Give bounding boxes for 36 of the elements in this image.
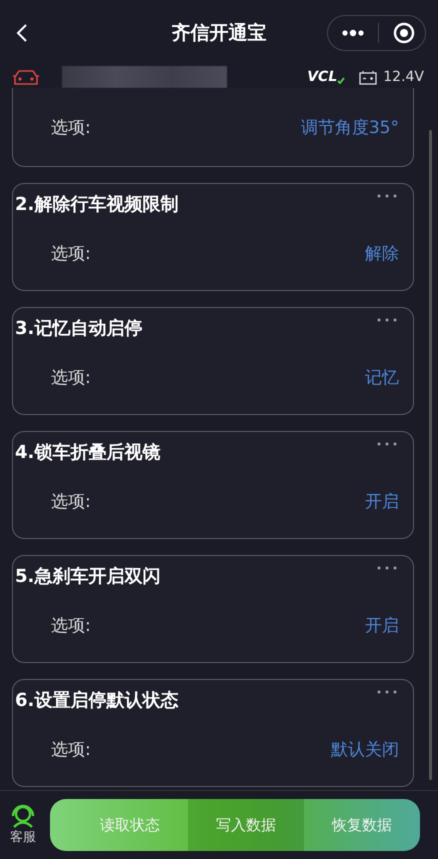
option-label: 选项: [51,614,91,636]
page-title: 齐信开通宝 [172,21,266,46]
option-label: 选项: [51,366,91,388]
option-value[interactable]: 调节角度35° [300,116,399,138]
more-icon[interactable] [377,318,397,322]
option-value[interactable]: 开启 [365,614,399,636]
customer-service-icon[interactable] [10,804,36,828]
battery-icon [359,70,378,84]
more-icon[interactable] [377,566,397,570]
action-button[interactable]: 恢复数据 [304,799,420,851]
vcl-label: VCL [307,69,338,85]
option-value[interactable]: 记忆 [365,366,399,388]
more-icon[interactable] [377,690,397,694]
car-icon [12,68,40,86]
back-icon[interactable] [16,23,28,43]
setting-title: 6.设置启停默认状态 [15,689,178,713]
option-label: 选项: [51,242,91,264]
setting-title: 4.锁车折叠后视镜 [15,441,160,465]
option-value[interactable]: 解除 [365,242,399,264]
more-icon[interactable] [377,194,397,198]
action-button[interactable]: 写入数据 [188,799,304,851]
battery-voltage: 12.4V [383,69,424,85]
service-label[interactable]: 客服 [10,828,36,846]
option-value[interactable]: 开启 [365,490,399,512]
close-icon[interactable] [393,22,415,44]
check-icon [337,76,346,84]
setting-title: 5.急刹车开启双闪 [15,565,160,589]
more-icon[interactable] [342,29,364,37]
setting-title: 3.记忆自动启停 [15,317,142,341]
option-label: 选项: [51,490,91,512]
more-icon[interactable] [377,442,397,446]
capsule-menu[interactable] [327,15,426,51]
option-value[interactable]: 默认关闭 [331,738,399,760]
option-label: 选项: [51,116,91,138]
setting-title: 2.解除行车视频限制 [15,193,178,217]
option-label: 选项: [51,738,91,760]
